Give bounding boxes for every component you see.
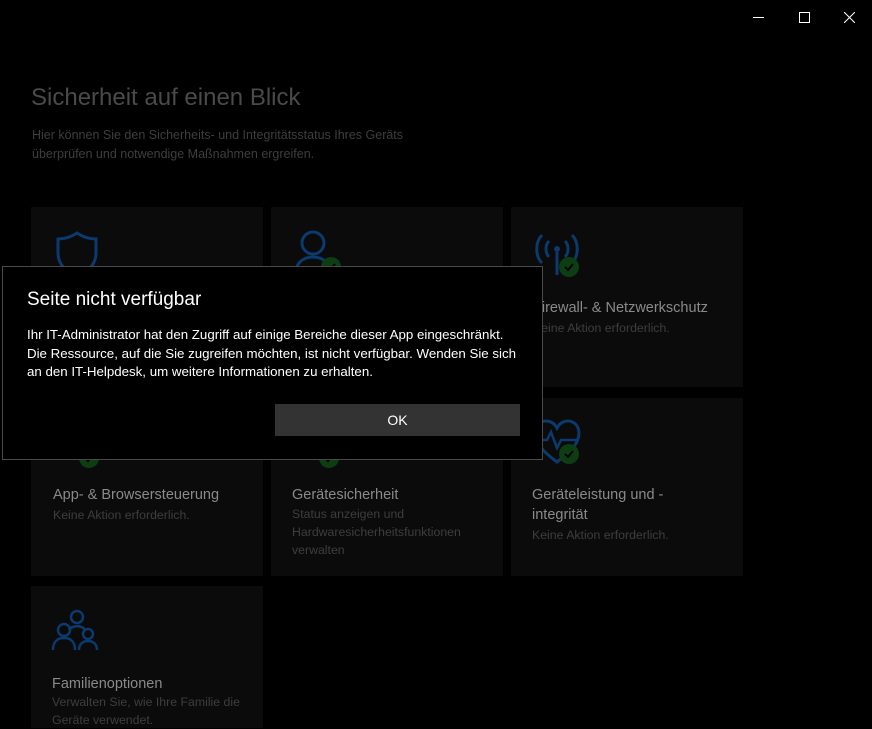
tile-desc: Keine Aktion erforderlich.	[532, 528, 669, 542]
tile-title: Familienoptionen	[52, 676, 163, 692]
tile-device-performance[interactable]: Geräteleistung und -integrität Keine Akt…	[511, 398, 743, 576]
page-title: Sicherheit auf einen Blick	[31, 84, 301, 111]
title-bar	[0, 0, 872, 34]
tile-title: Gerätesicherheit	[292, 487, 399, 503]
tile-desc: Keine Aktion erforderlich.	[53, 508, 190, 522]
unavailable-dialog: Seite nicht verfügbar Ihr IT-Administrat…	[2, 266, 543, 460]
minimize-icon	[752, 16, 764, 18]
page-subtitle: Hier können Sie den Sicherheits- und Int…	[32, 128, 404, 161]
minimize-button[interactable]	[735, 0, 781, 34]
tile-desc: Status anzeigen und Hardwaresicherheitsf…	[292, 507, 461, 557]
tile-desc: Keine Aktion erforderlich.	[533, 321, 670, 335]
tile-title: Geräteleistung und -integrität	[532, 487, 664, 523]
ok-button[interactable]: OK	[275, 404, 520, 436]
tile-family-options[interactable]: Familienoptionen Verwalten Sie, wie Ihre…	[31, 586, 263, 728]
close-icon	[843, 11, 855, 23]
close-button[interactable]	[826, 0, 872, 34]
dialog-message: Ihr IT-Administrator hat den Zugriff auf…	[27, 327, 517, 379]
ok-check-icon	[559, 257, 579, 277]
maximize-icon	[798, 11, 810, 23]
tile-title: App- & Browsersteuerung	[53, 487, 220, 503]
family-icon	[51, 609, 99, 651]
maximize-button[interactable]	[781, 0, 827, 34]
tile-title: Firewall- & Netzwerkschutz	[533, 300, 708, 316]
tile-firewall[interactable]: Firewall- & Netzwerkschutz Keine Aktion …	[511, 207, 743, 387]
dialog-title: Seite nicht verfügbar	[27, 289, 202, 310]
tile-desc: Verwalten Sie, wie Ihre Familie die Gerä…	[52, 695, 240, 727]
ok-check-icon	[559, 444, 579, 464]
